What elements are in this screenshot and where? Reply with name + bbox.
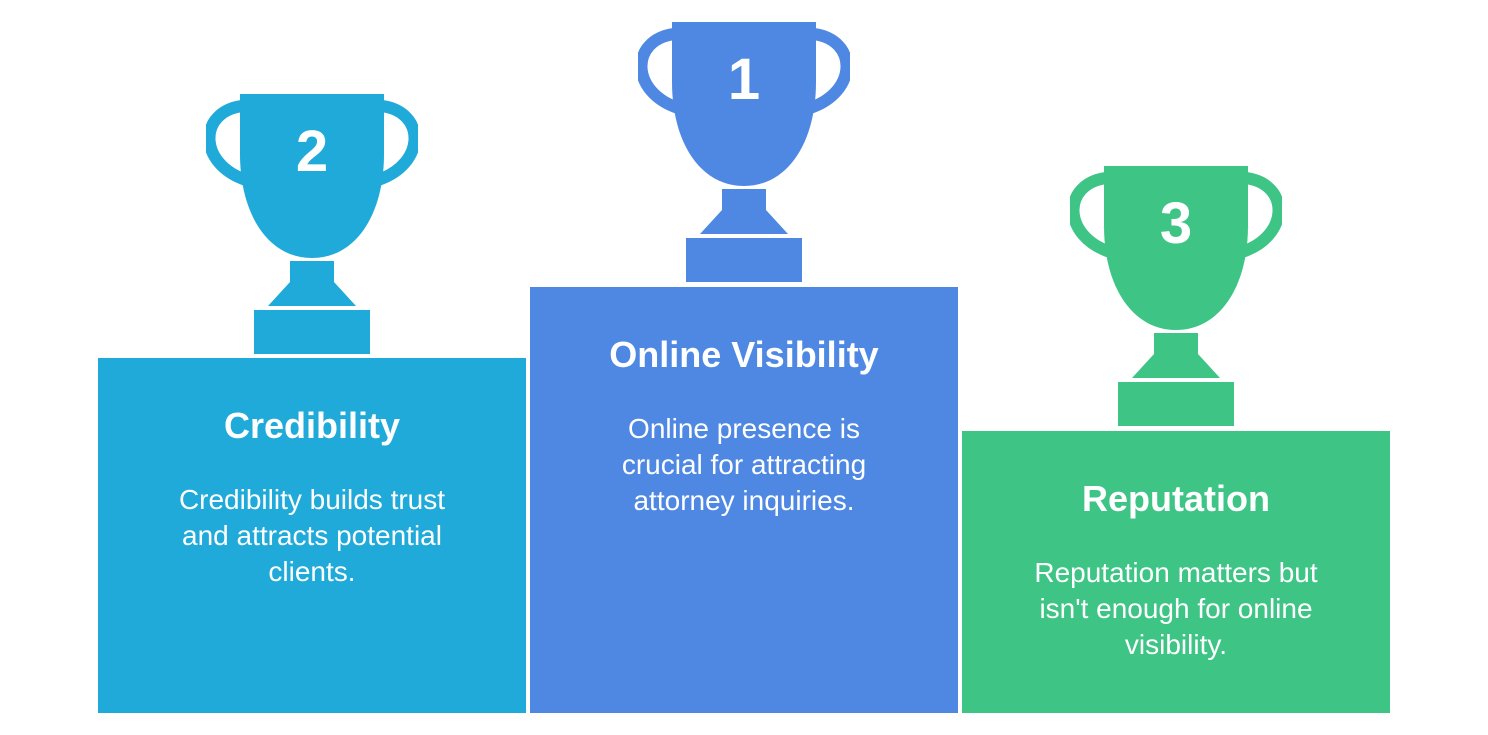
podium-title: Online Visibility	[609, 334, 879, 375]
podium-second: Credibility Credibility builds trust and…	[98, 358, 526, 713]
trophy-second: 2	[206, 94, 418, 354]
rank-number: 1	[727, 47, 761, 112]
podium-title: Credibility	[223, 405, 401, 446]
trophy-first: 1	[638, 22, 850, 282]
podium-description: Reputation matters but isn't enough for …	[1034, 557, 1318, 660]
trophy-third: 3	[1070, 166, 1282, 426]
rank-number: 2	[295, 119, 329, 184]
podium-first: Online Visibility Online presence is cru…	[530, 287, 958, 713]
podium-description: Credibility builds trust and attracts po…	[178, 484, 446, 587]
podium-third: Reputation Reputation matters but isn't …	[962, 431, 1390, 713]
podium-title: Reputation	[1082, 478, 1270, 519]
podium-description: Online presence is crucial for attractin…	[621, 413, 867, 516]
rank-number: 3	[1159, 191, 1193, 256]
